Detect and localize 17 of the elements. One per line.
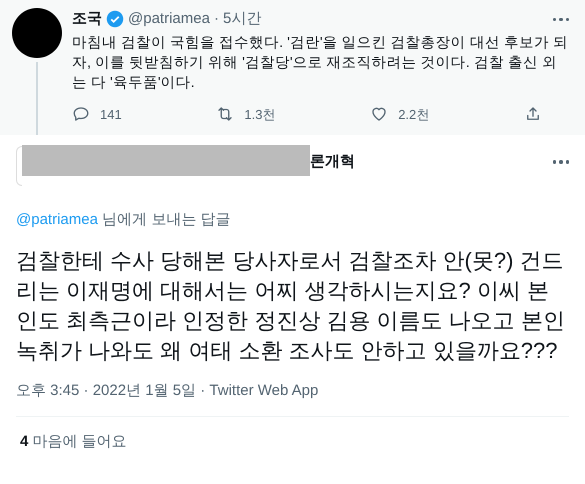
reply-icon xyxy=(72,105,90,124)
user-handle[interactable]: @patriamea xyxy=(128,8,210,30)
user-name[interactable]: 론개혁 xyxy=(310,150,355,174)
likes-count[interactable]: 4 마음에 들어요 xyxy=(16,417,569,454)
like-count: 2.2천 xyxy=(398,106,430,124)
retweet-count: 1.3천 xyxy=(244,106,276,124)
reply-count: 141 xyxy=(100,106,122,124)
tweet-text: 검찰한테 수사 당해본 당사자로서 검찰조차 안(못?) 건드리는 이재명에 대해서는 어찌 생각하시는지요? 이씨 본인도 최측근이라 인정한 정진상 김용 이름도 나오고 본인 녹취가 나와도 왜 여태 소환 조사도 안하고 있을까요??? xyxy=(16,246,566,364)
tweet-text: 마침내 검찰이 국힘을 접수했다. '검란'을 일으킨 검찰총장이 대선 후보가 되자, 이를 뒷받침하기 위해 '검찰당'으로 재조직하려는 것이다. 검찰 출신 외는 다 '육두품'이다. xyxy=(72,34,569,92)
tweet-timestamp: 오후 3:45 · 2022년 1월 5일 · Twitter Web App xyxy=(16,380,569,417)
avatar[interactable] xyxy=(12,8,62,58)
tweet-time[interactable]: 5시간 xyxy=(222,8,262,30)
reply-to-text: @patriamea 님에게 보내는 답글 xyxy=(16,210,232,230)
heart-icon xyxy=(370,105,388,124)
separator-dot: · xyxy=(214,9,219,29)
user-name[interactable]: 조국 xyxy=(72,8,102,30)
retweet-icon xyxy=(216,105,234,124)
